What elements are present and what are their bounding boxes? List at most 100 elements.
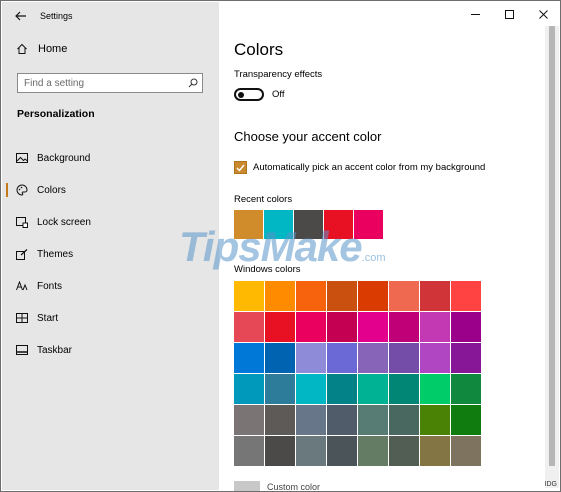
scrollbar[interactable] [545, 26, 559, 488]
color-swatch[interactable] [389, 343, 419, 373]
color-swatch[interactable] [265, 405, 295, 435]
color-swatch[interactable] [296, 436, 326, 466]
checkmark-icon [236, 164, 245, 172]
color-swatch[interactable] [451, 343, 481, 373]
color-swatch[interactable] [389, 436, 419, 466]
sidebar-item-start[interactable]: Start [2, 302, 219, 334]
maximize-icon [504, 9, 514, 19]
color-swatch[interactable] [296, 374, 326, 404]
color-swatch[interactable] [327, 405, 357, 435]
sidebar-item-fonts[interactable]: Fonts [2, 270, 219, 302]
color-swatch[interactable] [420, 343, 450, 373]
color-swatch[interactable] [234, 405, 264, 435]
sidebar-item-label: Lock screen [37, 216, 91, 228]
color-swatch[interactable] [296, 343, 326, 373]
color-swatch[interactable] [420, 281, 450, 311]
color-swatch[interactable] [296, 312, 326, 342]
title-bar: Settings [2, 2, 219, 30]
scrollbar-thumb[interactable] [549, 26, 555, 466]
color-swatch[interactable] [358, 343, 388, 373]
color-swatch[interactable] [389, 281, 419, 311]
sidebar-item-label: Themes [37, 248, 74, 260]
color-swatch[interactable] [234, 312, 264, 342]
color-swatch[interactable] [296, 405, 326, 435]
color-swatch[interactable] [327, 374, 357, 404]
lock-screen-icon [15, 216, 29, 228]
color-swatch[interactable] [420, 436, 450, 466]
close-button[interactable] [526, 2, 560, 26]
color-swatch[interactable] [265, 374, 295, 404]
maximize-button[interactable] [492, 2, 526, 26]
watermark: TipsMake.com [179, 223, 385, 271]
sidebar-item-taskbar[interactable]: Taskbar [2, 334, 219, 366]
transparency-state: Off [272, 89, 285, 100]
home-icon [17, 43, 27, 54]
auto-pick-checkbox[interactable] [234, 161, 247, 174]
transparency-toggle[interactable] [234, 88, 264, 101]
color-swatch[interactable] [234, 343, 264, 373]
color-swatch[interactable] [327, 343, 357, 373]
color-swatch[interactable] [389, 312, 419, 342]
color-swatch[interactable] [265, 343, 295, 373]
sidebar-item-label: Taskbar [37, 344, 73, 356]
sidebar-item-label: Colors [37, 184, 66, 196]
font-icon [15, 281, 29, 291]
color-swatch[interactable] [327, 312, 357, 342]
color-swatch[interactable] [358, 281, 388, 311]
color-swatch[interactable] [420, 405, 450, 435]
brush-icon [15, 248, 29, 260]
color-swatch[interactable] [327, 281, 357, 311]
corner-tag: IDG [544, 481, 557, 488]
color-swatch[interactable] [265, 281, 295, 311]
page-title: Colors [234, 40, 284, 59]
search-input[interactable] [18, 76, 184, 90]
color-swatch[interactable] [389, 374, 419, 404]
color-swatch[interactable] [265, 312, 295, 342]
color-swatch[interactable] [420, 312, 450, 342]
color-swatch[interactable] [451, 405, 481, 435]
image-icon [15, 153, 29, 163]
custom-color-button[interactable] [234, 481, 260, 491]
sidebar-item-label: Start [37, 312, 59, 324]
watermark-suffix: .com [361, 252, 386, 264]
close-icon [538, 9, 548, 19]
search-icon[interactable] [184, 78, 202, 88]
color-swatch[interactable] [451, 436, 481, 466]
color-swatch[interactable] [358, 405, 388, 435]
toggle-knob [238, 91, 244, 98]
color-swatch[interactable] [358, 436, 388, 466]
minimize-button[interactable] [458, 2, 492, 26]
watermark-main: TipsMake [179, 223, 363, 270]
palette-icon [15, 184, 29, 196]
color-swatch[interactable] [234, 281, 264, 311]
home-label: Home [38, 43, 68, 55]
sidebar-item-label: Fonts [37, 280, 63, 292]
search-box[interactable] [17, 73, 203, 93]
recent-colors-label: Recent colors [234, 194, 293, 205]
transparency-label: Transparency effects [234, 69, 323, 80]
sidebar-item-colors[interactable]: Colors [2, 174, 219, 206]
auto-pick-label: Automatically pick an accent color from … [253, 162, 486, 173]
back-button[interactable] [2, 2, 40, 30]
home-link[interactable]: Home [16, 43, 67, 55]
window-controls [458, 2, 560, 26]
color-swatch[interactable] [451, 312, 481, 342]
color-swatch[interactable] [358, 312, 388, 342]
color-swatch[interactable] [234, 436, 264, 466]
sidebar-item-background[interactable]: Background [2, 142, 219, 174]
color-swatch[interactable] [451, 374, 481, 404]
color-swatch[interactable] [296, 281, 326, 311]
custom-color-label: Custom color [267, 482, 321, 492]
color-swatch[interactable] [358, 374, 388, 404]
color-swatch[interactable] [420, 374, 450, 404]
taskbar-icon [15, 345, 29, 355]
minimize-icon [470, 13, 480, 15]
sidebar-item-label: Background [37, 152, 91, 164]
back-arrow-icon [15, 11, 26, 21]
color-swatch[interactable] [234, 374, 264, 404]
color-swatch[interactable] [451, 281, 481, 311]
color-swatch[interactable] [265, 436, 295, 466]
color-swatch[interactable] [327, 436, 357, 466]
color-swatch[interactable] [389, 405, 419, 435]
accent-heading: Choose your accent color [234, 129, 382, 144]
